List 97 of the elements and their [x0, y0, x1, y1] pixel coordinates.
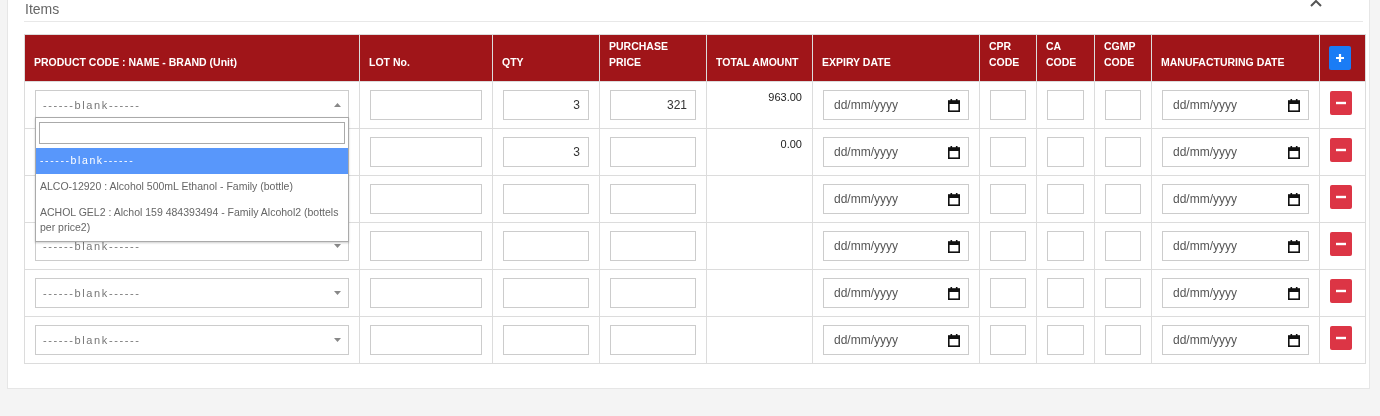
minus-icon — [1336, 101, 1346, 105]
date-field[interactable]: dd/mm/yyyy — [1162, 184, 1309, 214]
date-field[interactable]: dd/mm/yyyy — [823, 325, 969, 355]
ca-field[interactable] — [1047, 90, 1084, 120]
column-header: TOTAL AMOUNT — [716, 56, 799, 68]
plus-icon — [1335, 52, 1345, 63]
lot-field[interactable] — [370, 184, 482, 214]
column-header: CA CODE — [1046, 40, 1077, 68]
price-field[interactable] — [610, 184, 696, 214]
date-field[interactable]: dd/mm/yyyy — [1162, 90, 1309, 120]
product-select[interactable]: ------blank------ — [35, 278, 349, 308]
cpr-field[interactable] — [990, 184, 1026, 214]
column-header: LOT No. — [369, 56, 410, 68]
date-field[interactable]: dd/mm/yyyy — [823, 137, 969, 167]
date-field[interactable]: dd/mm/yyyy — [1162, 278, 1309, 308]
qty-field[interactable] — [503, 325, 589, 355]
cpr-field[interactable] — [990, 325, 1026, 355]
column-header: EXPIRY DATE — [822, 56, 891, 68]
minus-icon — [1336, 336, 1346, 340]
remove-row-button[interactable] — [1330, 138, 1352, 162]
calendar-icon[interactable] — [948, 98, 960, 112]
price-field[interactable] — [610, 325, 696, 355]
dropdown-option[interactable]: ALCO-12920 : Alcohol 500mL Ethanol - Family (bottle) — [36, 174, 348, 200]
remove-row-button[interactable] — [1330, 279, 1352, 303]
qty-field[interactable] — [503, 184, 589, 214]
search-field[interactable] — [39, 122, 345, 144]
caret-icon — [334, 338, 341, 342]
remove-row-button[interactable] — [1330, 91, 1352, 115]
ca-field[interactable] — [1047, 184, 1084, 214]
remove-row-button[interactable] — [1330, 185, 1352, 209]
column-header: MANUFACTURING DATE — [1161, 56, 1285, 68]
column-header: QTY — [502, 56, 524, 68]
caret-icon — [334, 291, 341, 295]
date-field[interactable]: dd/mm/yyyy — [823, 231, 969, 261]
cgmp-field[interactable] — [1105, 137, 1141, 167]
price-field[interactable] — [610, 278, 696, 308]
ca-field[interactable] — [1047, 325, 1084, 355]
lot-field[interactable] — [370, 325, 482, 355]
cgmp-field[interactable] — [1105, 90, 1141, 120]
column-header: PRODUCT CODE : NAME - BRAND (Unit) — [34, 56, 237, 68]
cgmp-field[interactable] — [1105, 231, 1141, 261]
calendar-icon[interactable] — [948, 145, 960, 159]
lot-field[interactable] — [370, 231, 482, 261]
date-field[interactable]: dd/mm/yyyy — [1162, 325, 1309, 355]
cpr-field[interactable] — [990, 278, 1026, 308]
calendar-icon[interactable] — [1288, 286, 1300, 300]
date-field[interactable]: dd/mm/yyyy — [823, 184, 969, 214]
price-field[interactable] — [610, 231, 696, 261]
date-field[interactable]: dd/mm/yyyy — [1162, 137, 1309, 167]
calendar-icon[interactable] — [1288, 239, 1300, 253]
qty-field[interactable] — [503, 231, 589, 261]
qty-field[interactable]: 3 — [503, 137, 589, 167]
lot-field[interactable] — [370, 137, 482, 167]
qty-field[interactable]: 3 — [503, 90, 589, 120]
lot-field[interactable] — [370, 278, 482, 308]
calendar-icon[interactable] — [1288, 192, 1300, 206]
calendar-icon[interactable] — [1288, 98, 1300, 112]
caret-icon — [334, 244, 341, 248]
calendar-icon[interactable] — [948, 239, 960, 253]
total-amount: 0.00 — [780, 138, 802, 150]
minus-icon — [1336, 242, 1346, 246]
calendar-icon[interactable] — [1288, 333, 1300, 347]
minus-icon — [1336, 289, 1346, 293]
chevron-up-icon — [1309, 0, 1323, 8]
minus-icon — [1336, 148, 1346, 152]
cpr-field[interactable] — [990, 231, 1026, 261]
total-amount: 963.00 — [768, 91, 802, 103]
cpr-field[interactable] — [990, 137, 1026, 167]
ca-field[interactable] — [1047, 278, 1084, 308]
date-field[interactable]: dd/mm/yyyy — [823, 278, 969, 308]
date-field[interactable]: dd/mm/yyyy — [823, 90, 969, 120]
cpr-field[interactable] — [990, 90, 1026, 120]
calendar-icon[interactable] — [948, 286, 960, 300]
remove-row-button[interactable] — [1330, 326, 1352, 350]
column-header: PURCHASE PRICE — [609, 40, 668, 68]
cgmp-field[interactable] — [1105, 184, 1141, 214]
column-header: CGMP CODE — [1104, 40, 1136, 68]
caret-icon — [334, 103, 341, 107]
product-select[interactable]: ------blank------ — [35, 90, 349, 120]
section-title: Items — [25, 1, 60, 17]
add-row-button[interactable] — [1329, 45, 1351, 70]
price-field[interactable] — [610, 137, 696, 167]
lot-field[interactable] — [370, 90, 482, 120]
cgmp-field[interactable] — [1105, 325, 1141, 355]
ca-field[interactable] — [1047, 231, 1084, 261]
calendar-icon[interactable] — [948, 192, 960, 206]
column-header: CPR CODE — [989, 40, 1020, 68]
price-field[interactable]: 321 — [610, 90, 696, 120]
calendar-icon[interactable] — [1288, 145, 1300, 159]
minus-icon — [1336, 195, 1346, 199]
date-field[interactable]: dd/mm/yyyy — [1162, 231, 1309, 261]
cgmp-field[interactable] — [1105, 278, 1141, 308]
ca-field[interactable] — [1047, 137, 1084, 167]
qty-field[interactable] — [503, 278, 589, 308]
calendar-icon[interactable] — [948, 333, 960, 347]
product-select[interactable]: ------blank------ — [35, 325, 349, 355]
remove-row-button[interactable] — [1330, 232, 1352, 256]
